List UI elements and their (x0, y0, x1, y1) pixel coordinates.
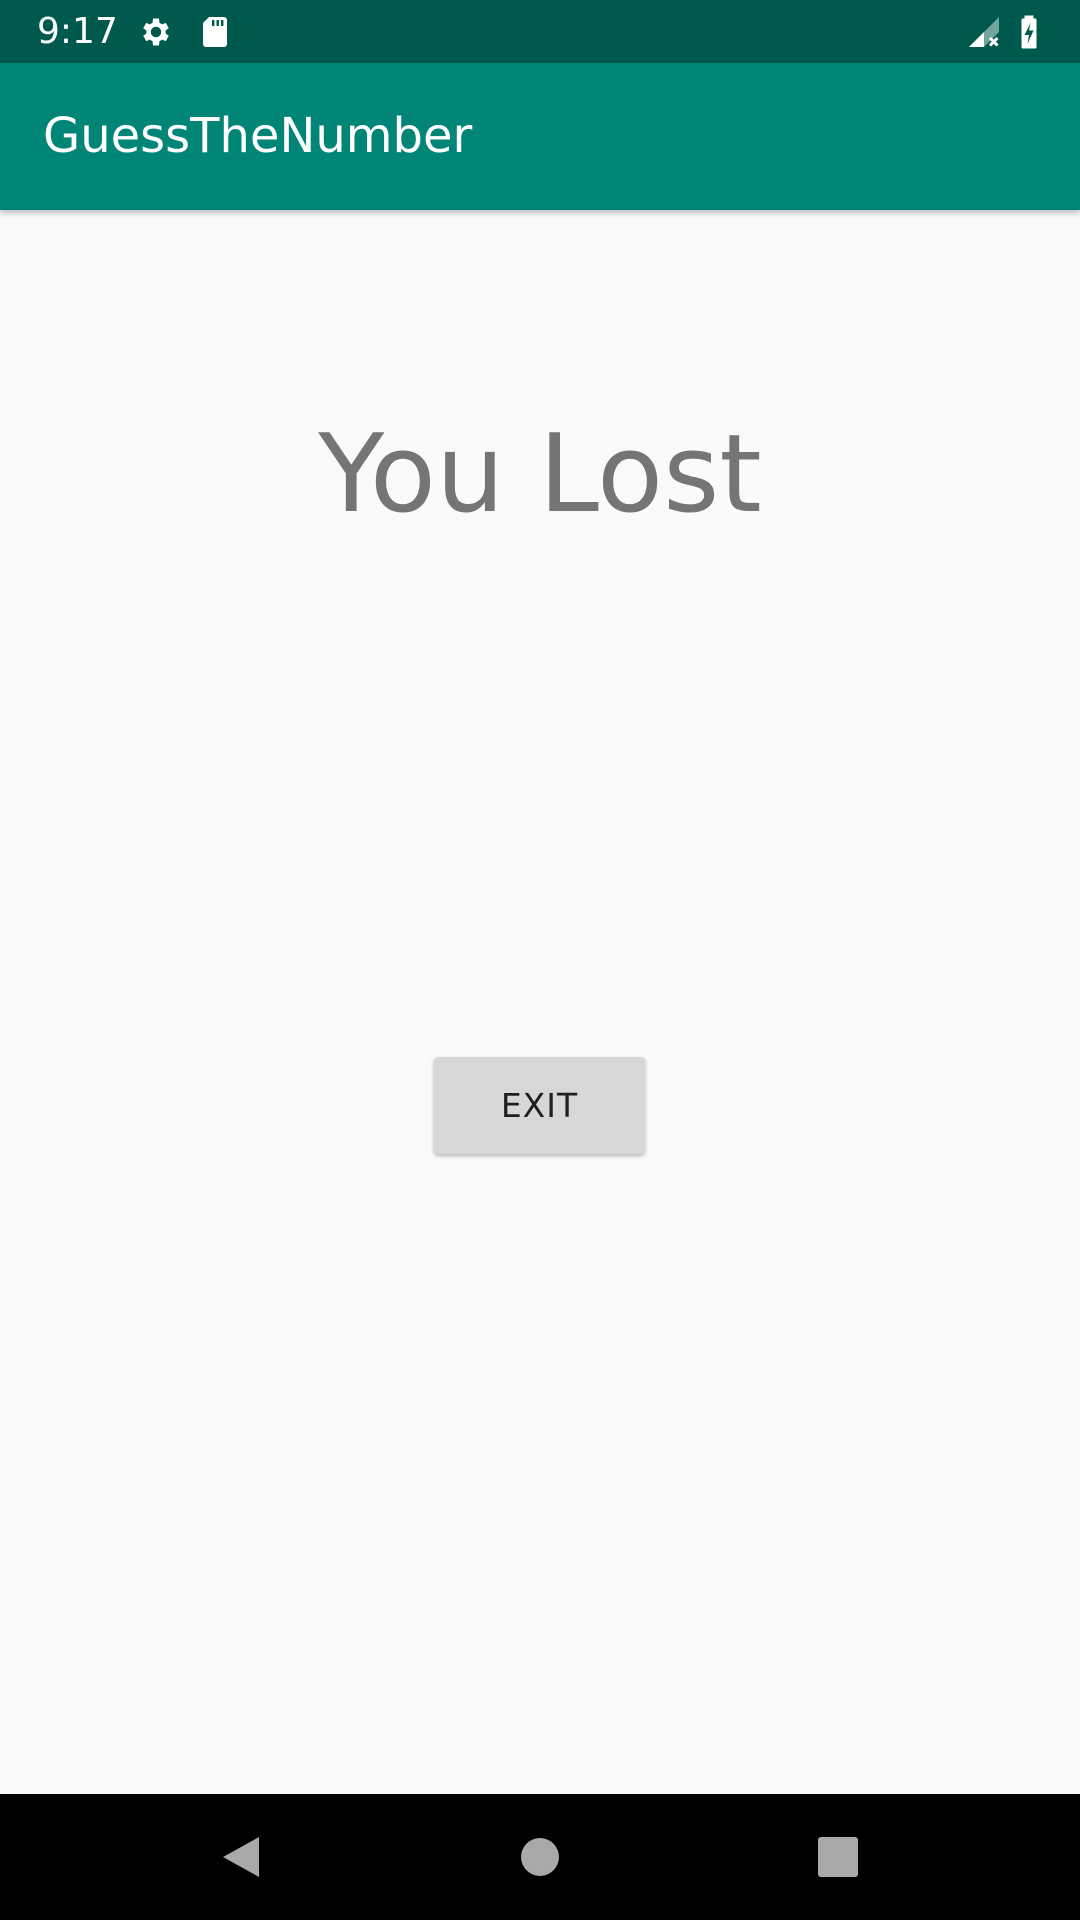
app-bar: GuessTheNumber (0, 63, 1080, 210)
app-title: GuessTheNumber (43, 108, 473, 164)
exit-button[interactable]: EXIT (434, 1057, 645, 1154)
navigation-bar (0, 1794, 1080, 1920)
status-time: 9:17 (37, 11, 118, 52)
settings-gear-icon (138, 14, 174, 50)
signal-no-connection-icon (966, 14, 1002, 50)
screen: 9:17 GuessTheNumber You Lost EXIT (0, 0, 1080, 1920)
result-text: You Lost (318, 412, 762, 537)
status-bar: 9:17 (0, 0, 1080, 63)
sd-card-icon (197, 14, 233, 50)
home-icon[interactable] (510, 1827, 570, 1887)
battery-charging-icon (1014, 14, 1050, 50)
recents-icon[interactable] (808, 1827, 868, 1887)
back-icon[interactable] (210, 1827, 270, 1887)
